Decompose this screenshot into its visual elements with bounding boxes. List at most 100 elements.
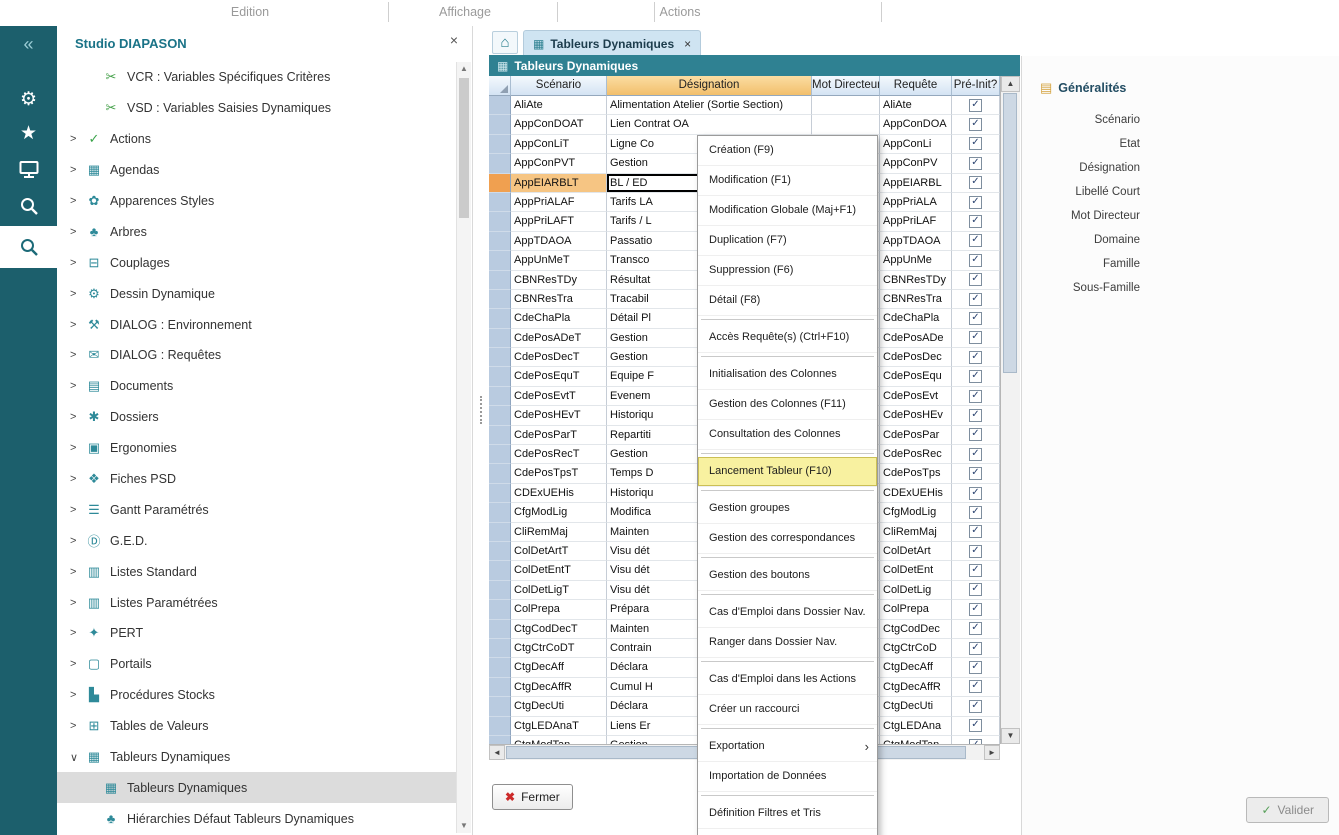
menu-item-selection-filtres-et-tris[interactable]: Sélection Filtres et Tris› <box>698 829 877 835</box>
cell-pre-init[interactable]: ✓ <box>952 678 1000 697</box>
tree-item-dialog-environnement[interactable]: >⚒DIALOG : Environnement <box>57 309 456 340</box>
cell-pre-init[interactable]: ✓ <box>952 600 1000 619</box>
cell-requete[interactable]: ColDetEnt <box>880 561 952 580</box>
cell-pre-init[interactable]: ✓ <box>952 503 1000 522</box>
row-selector[interactable] <box>489 174 511 193</box>
cell-requete[interactable]: CBNResTra <box>880 290 952 309</box>
cell-pre-init[interactable]: ✓ <box>952 232 1000 251</box>
checkbox-checked-icon[interactable]: ✓ <box>969 390 982 403</box>
row-selector[interactable] <box>489 271 511 290</box>
workstation-button[interactable] <box>0 152 57 186</box>
cell-scenario[interactable]: CdePosADeT <box>511 329 607 348</box>
menu-edition[interactable]: Edition <box>205 5 295 19</box>
cell-scenario[interactable]: CtgLEDAnaT <box>511 717 607 736</box>
row-selector[interactable] <box>489 542 511 561</box>
cell-scenario[interactable]: AliAte <box>511 96 607 115</box>
column-header-mot-directeur[interactable]: Mot Directeur <box>812 76 880 96</box>
checkbox-checked-icon[interactable]: ✓ <box>969 254 982 267</box>
cell-pre-init[interactable]: ✓ <box>952 484 1000 503</box>
cell-pre-init[interactable]: ✓ <box>952 290 1000 309</box>
menu-item-consultation-des-colonnes[interactable]: Consultation des Colonnes <box>698 420 877 450</box>
checkbox-checked-icon[interactable]: ✓ <box>969 622 982 635</box>
cell-pre-init[interactable]: ✓ <box>952 212 1000 231</box>
checkbox-checked-icon[interactable]: ✓ <box>969 196 982 209</box>
cell-requete[interactable]: CfgModLig <box>880 503 952 522</box>
menu-affichage[interactable]: Affichage <box>420 5 510 19</box>
cell-pre-init[interactable]: ✓ <box>952 96 1000 115</box>
row-selector[interactable] <box>489 464 511 483</box>
vertical-scrollbar[interactable]: ▲ ▼ <box>1000 76 1020 744</box>
cell-requete[interactable]: CtgLEDAna <box>880 717 952 736</box>
checkbox-checked-icon[interactable]: ✓ <box>969 293 982 306</box>
row-selector[interactable] <box>489 484 511 503</box>
cell-scenario[interactable]: AppConDOAT <box>511 115 607 134</box>
cell-pre-init[interactable]: ✓ <box>952 115 1000 134</box>
checkbox-checked-icon[interactable]: ✓ <box>969 428 982 441</box>
column-header-scenario[interactable]: Scénario <box>511 76 607 96</box>
checkbox-checked-icon[interactable]: ✓ <box>969 234 982 247</box>
cell-scenario[interactable]: AppConLiT <box>511 135 607 154</box>
cell-requete[interactable]: CdeChaPla <box>880 309 952 328</box>
row-selector[interactable] <box>489 445 511 464</box>
cell-requete[interactable]: CdePosTps <box>880 464 952 483</box>
cell-scenario[interactable]: CtgCodDecT <box>511 620 607 639</box>
cell-requete[interactable]: AppConPV <box>880 154 952 173</box>
table-row[interactable]: AliAteAlimentation Atelier (Sortie Secti… <box>489 96 1000 115</box>
cell-pre-init[interactable]: ✓ <box>952 639 1000 658</box>
cell-scenario[interactable]: AppTDAOA <box>511 232 607 251</box>
tree-item-ergonomies[interactable]: >▣Ergonomies <box>57 433 456 464</box>
cell-requete[interactable]: CtgDecAffR <box>880 678 952 697</box>
menu-item-importation-de-donnees[interactable]: Importation de Données <box>698 762 877 792</box>
cell-requete[interactable]: CDExUEHis <box>880 484 952 503</box>
scroll-down-icon[interactable]: ▼ <box>1001 728 1020 744</box>
cell-requete[interactable]: AppUnMe <box>880 251 952 270</box>
scroll-down-icon[interactable]: ▼ <box>457 819 471 833</box>
tree-item-vcr-variables-specifiques-criteres[interactable]: ✂VCR : Variables Spécifiques Critères <box>57 62 456 93</box>
row-selector[interactable] <box>489 620 511 639</box>
menu-item-ranger-dans-dossier-nav[interactable]: Ranger dans Dossier Nav. <box>698 628 877 658</box>
cell-pre-init[interactable]: ✓ <box>952 154 1000 173</box>
checkbox-checked-icon[interactable]: ✓ <box>969 409 982 422</box>
cell-requete[interactable]: CdePosEqu <box>880 367 952 386</box>
row-selector[interactable] <box>489 600 511 619</box>
row-selector[interactable] <box>489 232 511 251</box>
cell-requete[interactable]: CBNResTDy <box>880 271 952 290</box>
cell-scenario[interactable]: CtgCtrCoDT <box>511 639 607 658</box>
cell-scenario[interactable]: CdePosDecT <box>511 348 607 367</box>
cell-scenario[interactable]: CBNResTDy <box>511 271 607 290</box>
menu-item-suppression-f6[interactable]: Suppression (F6) <box>698 256 877 286</box>
row-selector[interactable] <box>489 154 511 173</box>
menu-item-modification-f1[interactable]: Modification (F1) <box>698 166 877 196</box>
cell-pre-init[interactable]: ✓ <box>952 445 1000 464</box>
checkbox-checked-icon[interactable]: ✓ <box>969 564 982 577</box>
checkbox-checked-icon[interactable]: ✓ <box>969 448 982 461</box>
cell-scenario[interactable]: AppPriLAFT <box>511 212 607 231</box>
tree-item-dialog-requetes[interactable]: >✉DIALOG : Requêtes <box>57 340 456 371</box>
checkbox-checked-icon[interactable]: ✓ <box>969 99 982 112</box>
home-tab-button[interactable]: ⌂ <box>492 31 518 54</box>
cell-pre-init[interactable]: ✓ <box>952 406 1000 425</box>
checkbox-checked-icon[interactable]: ✓ <box>969 331 982 344</box>
checkbox-checked-icon[interactable]: ✓ <box>969 118 982 131</box>
cell-scenario[interactable]: AppUnMeT <box>511 251 607 270</box>
menu-item-acces-requete-s-ctrl-f10[interactable]: Accès Requête(s) (Ctrl+F10) <box>698 323 877 353</box>
cell-designation[interactable]: Alimentation Atelier (Sortie Section) <box>607 96 812 115</box>
menu-item-cas-d-emploi-dans-dossier-nav[interactable]: Cas d'Emploi dans Dossier Nav. <box>698 598 877 628</box>
row-selector[interactable] <box>489 639 511 658</box>
checkbox-checked-icon[interactable]: ✓ <box>969 506 982 519</box>
tree-item-portails[interactable]: >▢Portails <box>57 649 456 680</box>
menu-item-gestion-des-colonnes-f11[interactable]: Gestion des Colonnes (F11) <box>698 390 877 420</box>
row-selector[interactable] <box>489 348 511 367</box>
checkbox-checked-icon[interactable]: ✓ <box>969 603 982 616</box>
checkbox-checked-icon[interactable]: ✓ <box>969 680 982 693</box>
tree-item-g-e-d[interactable]: >ⒹG.E.D. <box>57 525 456 556</box>
cell-requete[interactable]: CtgDecAff <box>880 658 952 677</box>
cell-pre-init[interactable]: ✓ <box>952 348 1000 367</box>
cell-requete[interactable]: CliRemMaj <box>880 523 952 542</box>
cell-scenario[interactable]: CfgModLig <box>511 503 607 522</box>
fermer-button[interactable]: ✖ Fermer <box>492 784 573 810</box>
menu-item-lancement-tableur-f10[interactable]: Lancement Tableur (F10) <box>698 457 877 487</box>
tree-item-tableurs-dynamiques[interactable]: ▦Tableurs Dynamiques <box>57 772 456 803</box>
cell-scenario[interactable]: ColDetArtT <box>511 542 607 561</box>
row-selector[interactable] <box>489 135 511 154</box>
